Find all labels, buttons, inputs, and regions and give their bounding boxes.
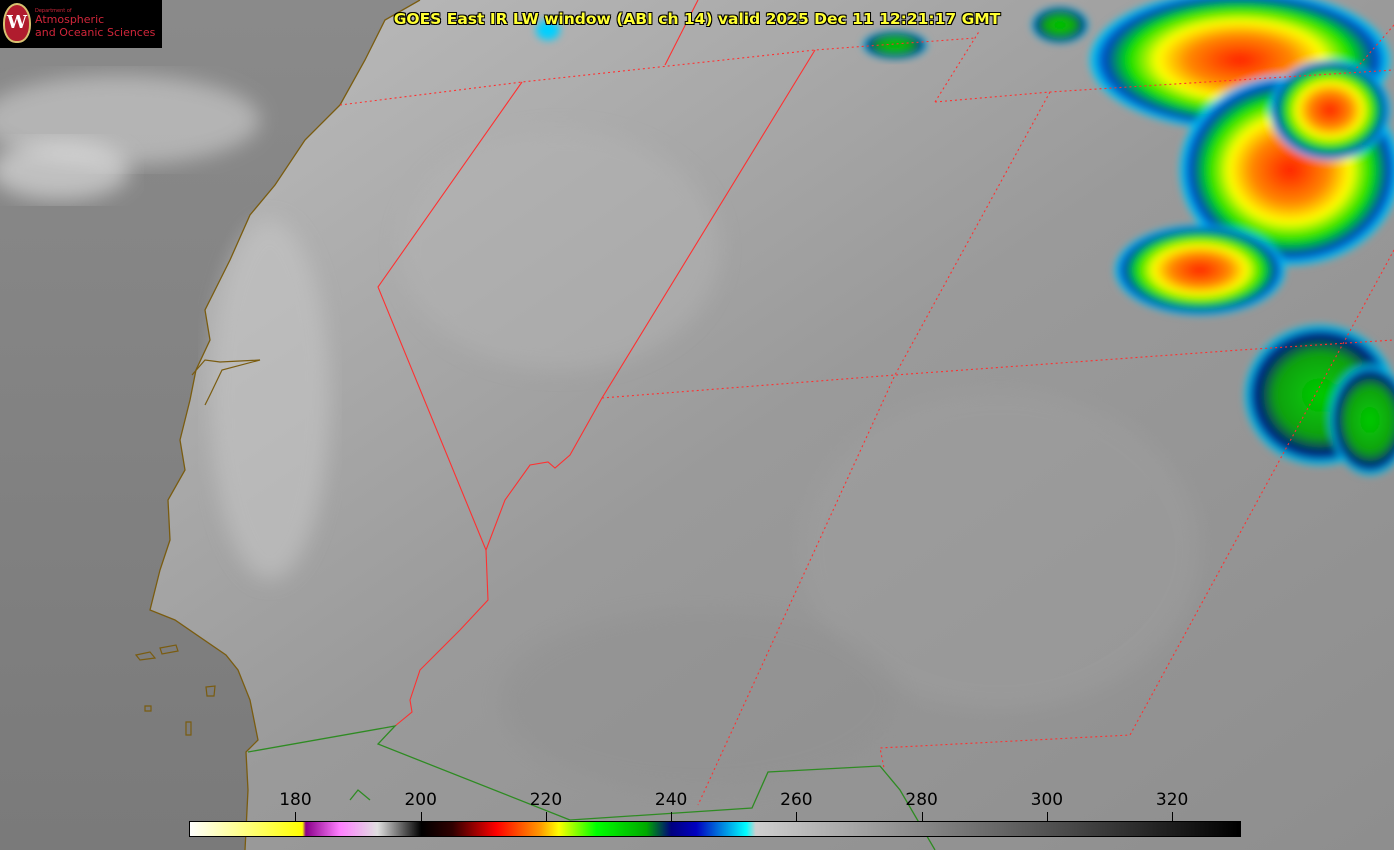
colorbar-tick-label: 320 <box>1155 790 1189 810</box>
colorbar-tick-mark <box>921 812 923 821</box>
colorbar-tick-mark <box>1172 812 1174 821</box>
colorbar-tick-mark <box>295 812 297 821</box>
colorbar <box>189 821 1241 837</box>
logo-line2: and Oceanic Sciences <box>35 26 156 39</box>
colorbar-tick-label: 220 <box>529 790 563 810</box>
colorbar-tick-label: 200 <box>404 790 437 810</box>
colorbar-tick-mark <box>420 812 422 821</box>
colorbar-tick-mark <box>796 812 798 821</box>
image-title: GOES East IR LW window (ABI ch 14) valid… <box>393 10 1001 28</box>
colorbar-tick-label: 300 <box>1030 790 1064 810</box>
colorbar-tick-label: 240 <box>654 790 688 810</box>
colorbar-tick-label: 260 <box>780 790 813 810</box>
colorbar-tick-label: 280 <box>905 790 938 810</box>
colorbar-tick-label: 180 <box>279 790 312 810</box>
colorbar-tick-mark <box>545 812 547 821</box>
colorbar-tick-mark <box>1046 812 1048 821</box>
colorbar-tick-mark <box>671 812 673 821</box>
satellite-ir-image <box>0 0 1394 850</box>
